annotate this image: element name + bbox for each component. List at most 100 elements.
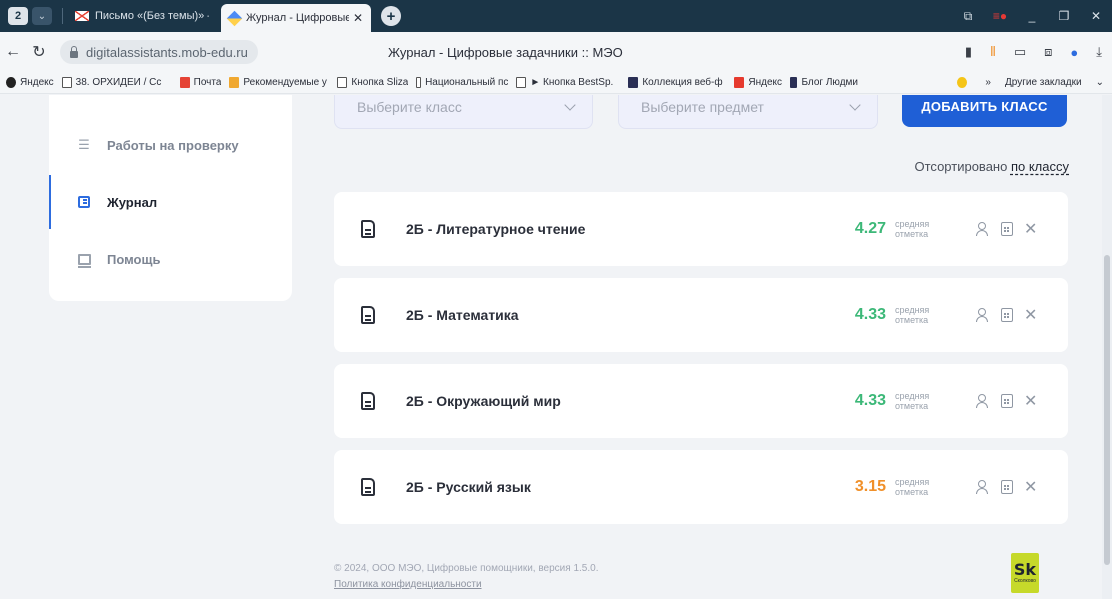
sidebar-item-help[interactable]: Помощь bbox=[49, 232, 292, 286]
tab-journal[interactable]: Журнал - Цифровые за ✕ bbox=[221, 4, 371, 32]
chevron-down-icon[interactable]: ⌄ bbox=[1096, 77, 1104, 88]
bookmark-yellow-icon[interactable] bbox=[957, 77, 968, 88]
bookmark-recommended[interactable]: Рекомендуемые у bbox=[229, 77, 329, 88]
bookmark-national[interactable]: Национальный пс bbox=[416, 77, 508, 88]
bookmark-yandex-2[interactable]: Яндекс bbox=[734, 77, 782, 88]
close-window-icon[interactable]: ✕ bbox=[1080, 9, 1112, 23]
calculator-icon[interactable] bbox=[1001, 222, 1013, 236]
average-grade: 4.27 bbox=[854, 220, 886, 237]
bookmark-label: Коллекция веб-ф bbox=[642, 77, 723, 88]
bookmark-bestsp[interactable]: ► Кнопка BestSp. bbox=[516, 77, 620, 88]
extensions-icon[interactable]: ⧈ bbox=[1044, 44, 1052, 60]
address-bar-actions: ▮ ⦀ ▭ ⧈ ● ⤓ bbox=[965, 44, 1112, 60]
calculator-icon[interactable] bbox=[1001, 480, 1013, 494]
delete-icon[interactable]: ✕ bbox=[1024, 219, 1037, 239]
average-grade: 4.33 bbox=[854, 392, 886, 409]
page-icon bbox=[416, 77, 422, 88]
page-icon bbox=[516, 77, 527, 88]
journal-card[interactable]: 2Б - Окружающий мир 4.33 средняя отметка ✕ bbox=[334, 364, 1068, 438]
reload-icon[interactable]: ↻ bbox=[26, 42, 52, 62]
avg-label-line1: средняя bbox=[895, 305, 930, 315]
bookmark-orchids[interactable]: 38. ОРХИДЕИ / Сс bbox=[61, 77, 172, 88]
journal-card[interactable]: 2Б - Литературное чтение 4.27 средняя отмет… bbox=[334, 192, 1068, 266]
bookmark-sliza[interactable]: Кнопка Sliza bbox=[337, 77, 408, 88]
sort-toggle-link[interactable]: по классу bbox=[1011, 159, 1069, 174]
bookmark-label: Блог Людми bbox=[801, 77, 858, 88]
journal-card[interactable]: 2Б - Математика 4.33 средняя отметка ✕ bbox=[334, 278, 1068, 352]
sidebar-item-review[interactable]: ☰ Работы на проверку bbox=[49, 118, 292, 172]
document-icon bbox=[361, 220, 375, 238]
app-icon bbox=[226, 10, 243, 26]
voice-icon[interactable]: ⦀ bbox=[990, 44, 996, 60]
journal-title[interactable]: 2Б - Окружающий мир bbox=[406, 393, 561, 409]
bookmark-label: Национальный пс bbox=[425, 77, 509, 88]
bookmarks-panel-icon[interactable]: ⧉ bbox=[952, 9, 984, 24]
journal-title[interactable]: 2Б - Математика bbox=[406, 307, 519, 323]
bookmarks-overflow: » Другие закладки ⌄ bbox=[957, 77, 1112, 88]
tab-count-badge[interactable]: 2 bbox=[8, 7, 28, 25]
address-bar: ← ↻ digitalassistants.mob-edu.ru Журнал … bbox=[0, 32, 1112, 72]
subject-select[interactable]: Выберите предмет bbox=[618, 95, 878, 129]
sidebar-item-label: Журнал bbox=[107, 194, 158, 210]
bookmark-icon[interactable]: ▮ bbox=[965, 44, 972, 60]
bookmark-label: Яндекс bbox=[20, 77, 54, 88]
sidebar-item-label: Работы на проверку bbox=[107, 137, 239, 153]
url-text: digitalassistants.mob-edu.ru bbox=[86, 44, 248, 60]
students-icon[interactable] bbox=[976, 394, 994, 408]
tab-title: Журнал - Цифровые за bbox=[246, 12, 349, 24]
sidebar-item-journal[interactable]: Журнал bbox=[49, 175, 292, 229]
document-icon bbox=[361, 306, 375, 324]
journal-title[interactable]: 2Б - Русский язык bbox=[406, 479, 531, 495]
delete-icon[interactable]: ✕ bbox=[1024, 305, 1037, 325]
bookmark-mail[interactable]: Почта bbox=[179, 77, 221, 88]
other-bookmarks-button[interactable]: Другие закладки bbox=[1005, 77, 1082, 88]
profile-icon[interactable]: ● bbox=[1070, 45, 1078, 60]
class-select[interactable]: Выберите класс bbox=[334, 95, 593, 129]
notifications-icon[interactable]: ≡● bbox=[984, 9, 1016, 23]
journal-card[interactable]: 2Б - Русский язык 3.15 средняя отметка ✕ bbox=[334, 450, 1068, 524]
download-icon[interactable]: ⤓ bbox=[1096, 44, 1102, 60]
bookmark-yandex[interactable]: Яндекс bbox=[6, 77, 54, 88]
sidebar-item-label: Помощь bbox=[107, 251, 161, 267]
delete-icon[interactable]: ✕ bbox=[1024, 477, 1037, 497]
avg-label-line1: средняя bbox=[895, 219, 930, 229]
new-tab-button[interactable]: + bbox=[381, 6, 401, 26]
students-icon[interactable] bbox=[976, 222, 994, 236]
bookmarks-bar: Яндекс 38. ОРХИДЕИ / Сс Почта Рекомендуе… bbox=[0, 72, 1112, 94]
bookmark-blog[interactable]: Блог Людми bbox=[790, 77, 858, 88]
bookmark-label: ► Кнопка BestSp. bbox=[530, 77, 614, 88]
avg-label-line2: отметка bbox=[895, 315, 929, 325]
avg-label-line2: отметка bbox=[895, 229, 929, 239]
gmail-icon bbox=[75, 11, 89, 21]
more-bookmarks-button[interactable]: » bbox=[985, 77, 991, 88]
restore-icon[interactable]: ❐ bbox=[1048, 9, 1080, 23]
average-grade-label: средняя отметка bbox=[895, 477, 929, 497]
add-class-button[interactable]: ДОБАВИТЬ КЛАСС bbox=[902, 95, 1067, 127]
delete-icon[interactable]: ✕ bbox=[1024, 391, 1037, 411]
blog-icon bbox=[790, 77, 798, 88]
students-icon[interactable] bbox=[976, 480, 994, 494]
average-grade: 4.33 bbox=[854, 306, 886, 323]
page-scrollbar[interactable] bbox=[1102, 95, 1112, 599]
tab-close-icon[interactable]: ✕ bbox=[353, 11, 363, 25]
mail-icon bbox=[179, 77, 190, 88]
reader-icon[interactable]: ▭ bbox=[1014, 44, 1026, 60]
students-icon[interactable] bbox=[976, 308, 994, 322]
window-controls: ⧉ ≡● _ ❐ ✕ bbox=[952, 9, 1112, 24]
tab-mail[interactable]: Письмо «(Без темы)» — М bbox=[67, 4, 217, 28]
page-content: ☰ Работы на проверку Журнал Помощь Выбер… bbox=[0, 95, 1112, 599]
minimize-icon[interactable]: _ bbox=[1016, 9, 1048, 23]
privacy-policy-link[interactable]: Политика конфиденциальности bbox=[334, 579, 482, 590]
average-grade-label: средняя отметка bbox=[895, 305, 929, 325]
calculator-icon[interactable] bbox=[1001, 394, 1013, 408]
bookmark-collection[interactable]: Коллекция веб-ф bbox=[628, 77, 726, 88]
scrollbar-thumb[interactable] bbox=[1104, 255, 1110, 565]
tab-menu-chevron-icon[interactable]: ⌄ bbox=[32, 7, 52, 25]
yandex-icon bbox=[6, 77, 16, 88]
journal-title[interactable]: 2Б - Литературное чтение bbox=[406, 221, 585, 237]
sort-indicator: Отсортировано по классу bbox=[915, 159, 1069, 174]
avg-label-line2: отметка bbox=[895, 487, 929, 497]
url-field[interactable]: digitalassistants.mob-edu.ru bbox=[60, 40, 258, 64]
calculator-icon[interactable] bbox=[1001, 308, 1013, 322]
back-icon[interactable]: ← bbox=[0, 43, 26, 61]
